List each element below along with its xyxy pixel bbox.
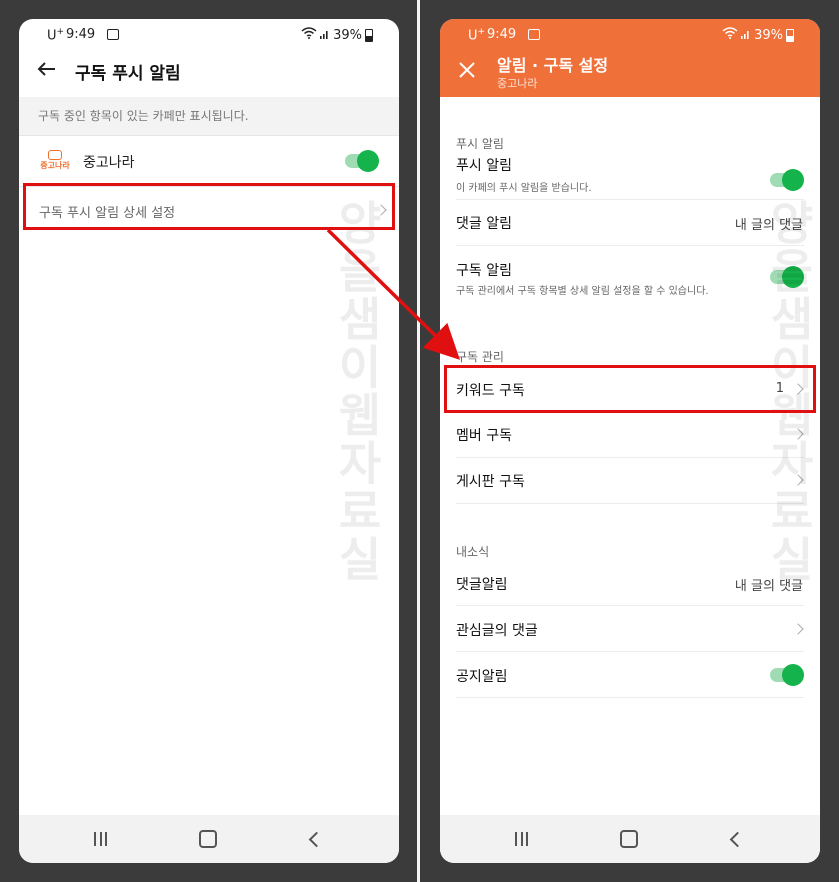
annotation-arrow bbox=[326, 228, 460, 360]
